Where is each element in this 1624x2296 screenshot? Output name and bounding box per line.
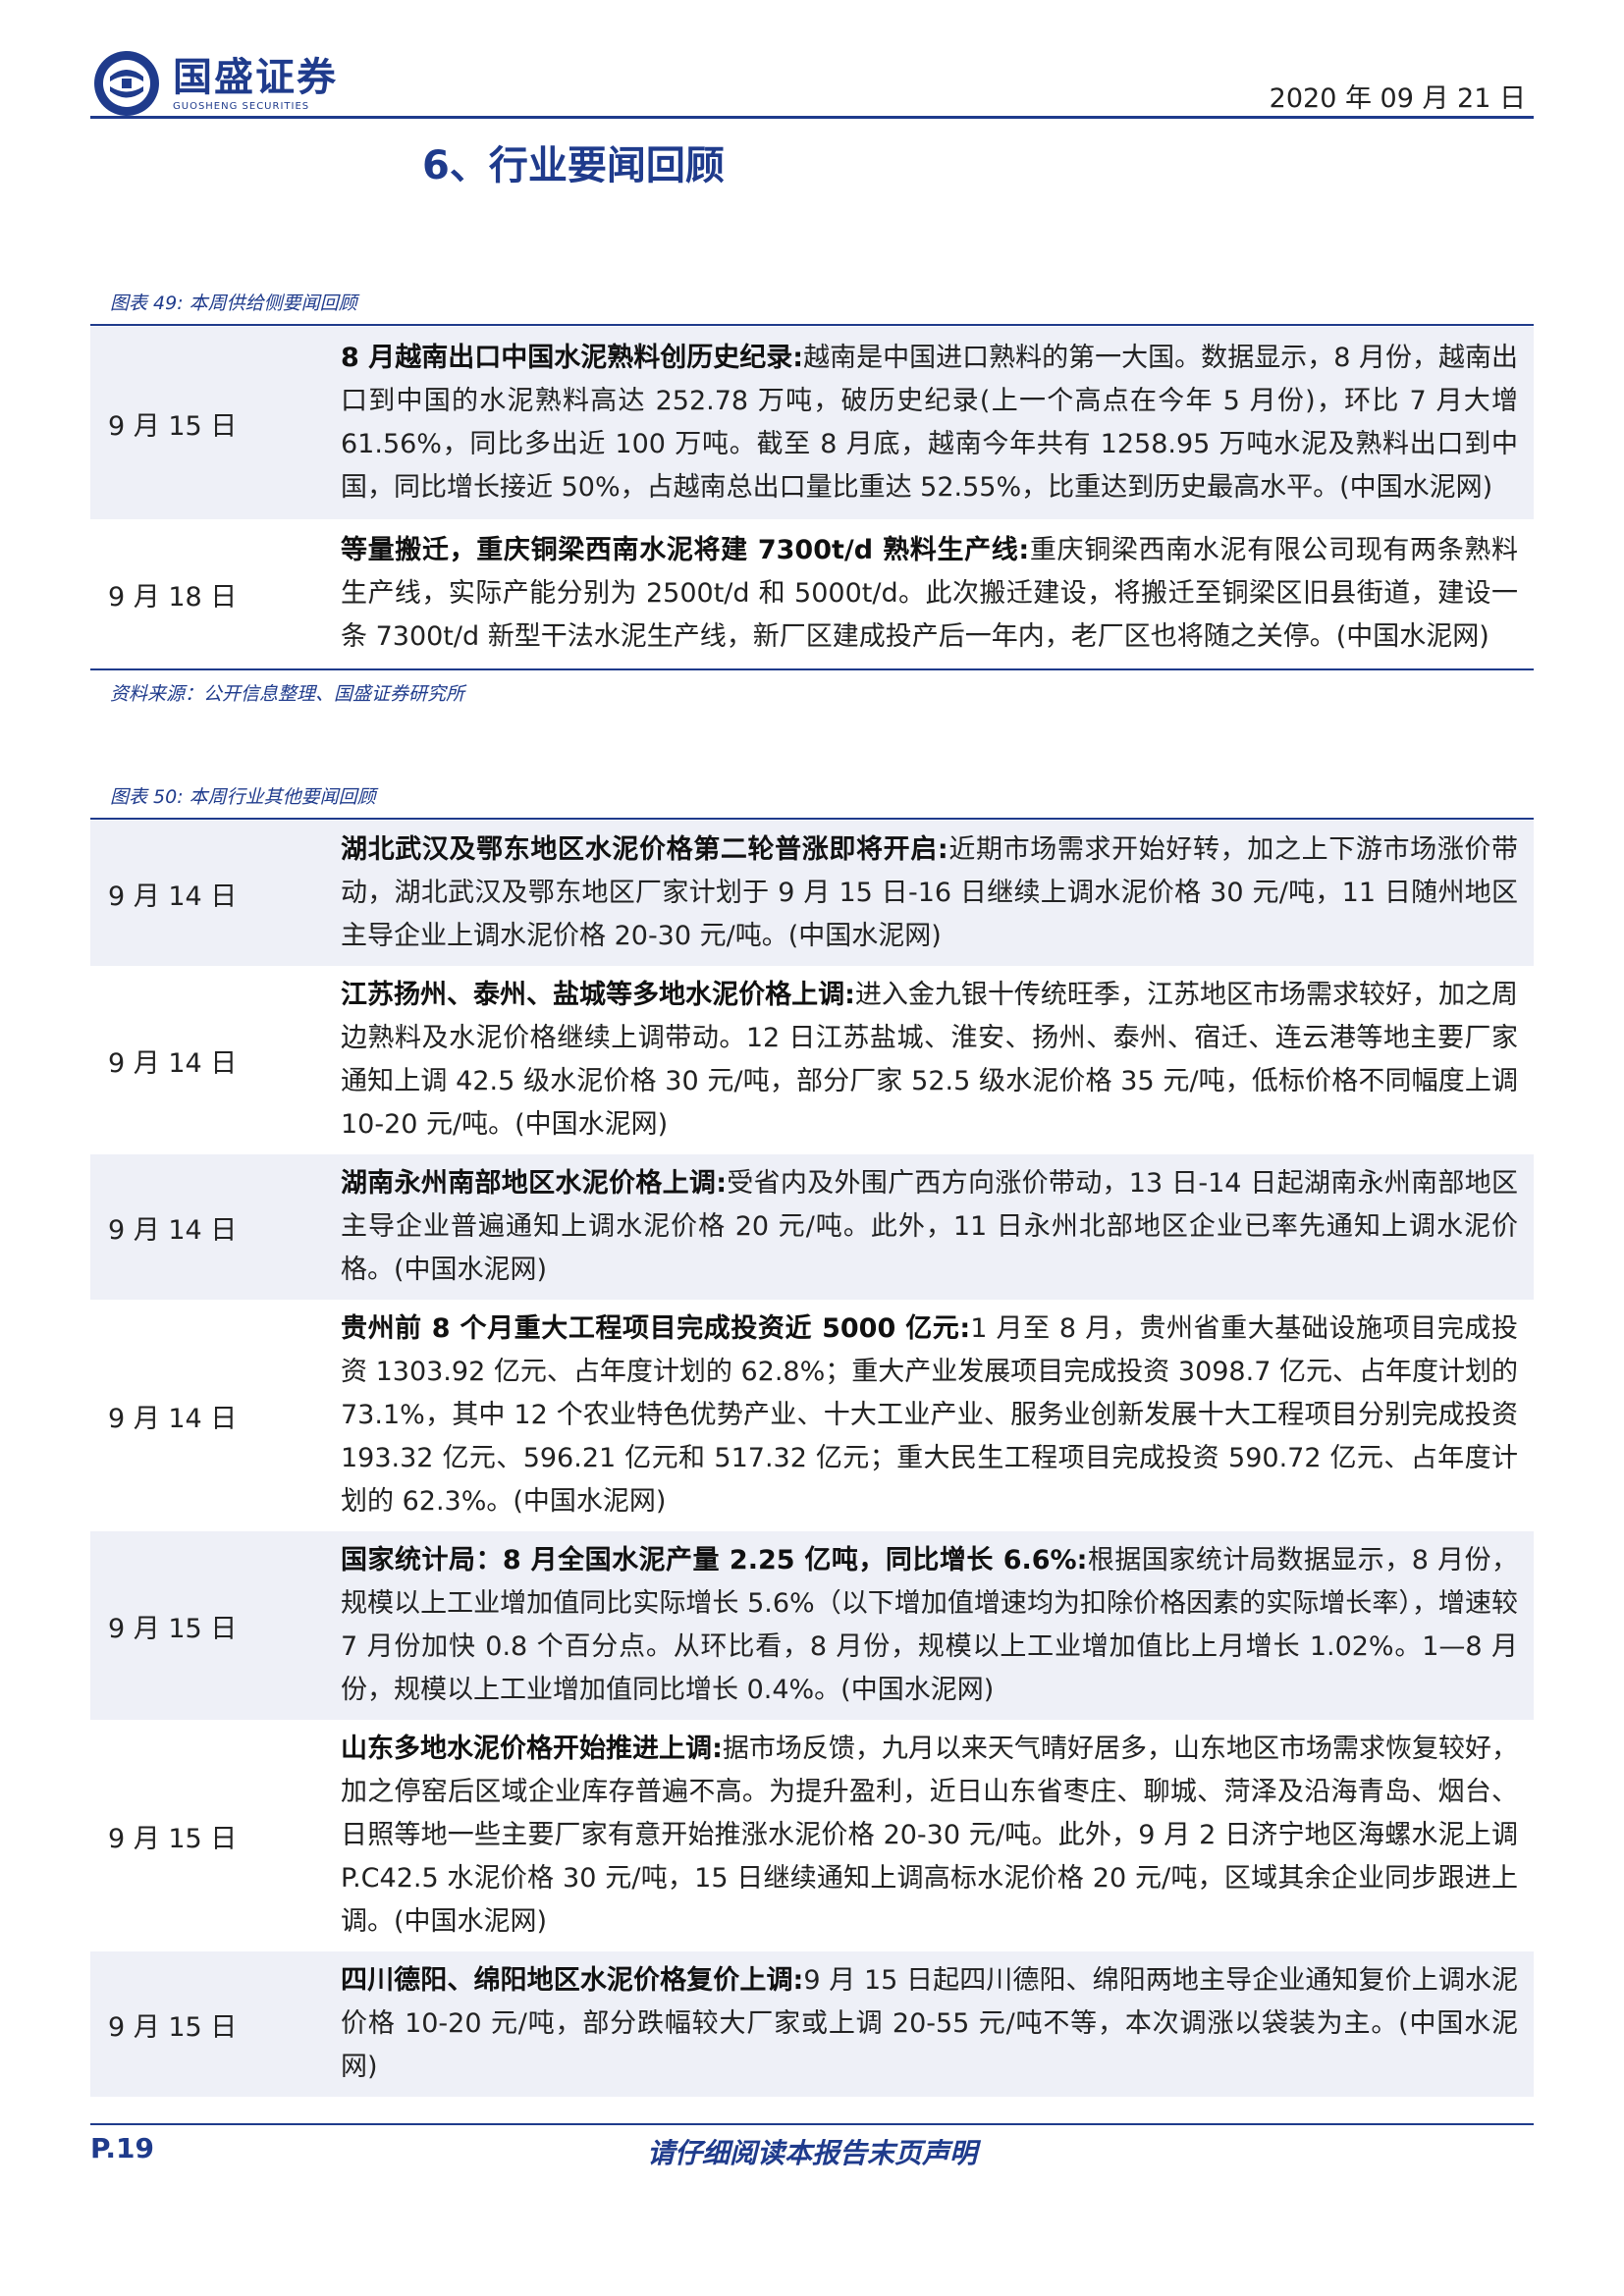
brand-logo: 国盛证券 GUOSHENG SECURITIES	[92, 49, 338, 118]
news-text: 山东多地水泥价格开始推进上调:据市场反馈，九月以来天气晴好居多，山东地区市场需求…	[341, 1720, 1534, 1951]
news-text: 湖北武汉及鄂东地区水泥价格第二轮普涨即将开启:近期市场需求开始好转，加之上下游市…	[341, 821, 1534, 966]
table-row: 9 月 15 日 四川德阳、绵阳地区水泥价格复价上调:9 月 15 日起四川德阳…	[90, 1951, 1534, 2097]
news-date: 9 月 14 日	[90, 1154, 341, 1300]
table-row: 9 月 15 日 国家统计局：8 月全国水泥产量 2.25 亿吨，同比增长 6.…	[90, 1531, 1534, 1720]
figure-50-caption: 图表 50: 本周行业其他要闻回顾	[110, 786, 376, 808]
header-divider	[90, 116, 1534, 119]
table-row: 9 月 14 日 贵州前 8 个月重大工程项目完成投资近 5000 亿元:1 月…	[90, 1300, 1534, 1531]
news-text: 江苏扬州、泰州、盐城等多地水泥价格上调:进入金九银十传统旺季，江苏地区市场需求较…	[341, 966, 1534, 1154]
figure-50-top-rule	[90, 818, 1534, 820]
news-body: 据市场反馈，九月以来天气晴好居多，山东地区市场需求恢复较好，加之停窑后区域企业库…	[341, 1734, 1519, 1937]
footer-divider	[90, 2123, 1534, 2125]
news-date: 9 月 15 日	[90, 1951, 341, 2097]
table-row: 9 月 15 日 山东多地水泥价格开始推进上调:据市场反馈，九月以来天气晴好居多…	[90, 1720, 1534, 1951]
news-headline: 山东多地水泥价格开始推进上调:	[341, 1734, 723, 1764]
footer-disclaimer: 请仔细阅读本报告末页声明	[646, 2137, 977, 2169]
figure-49-bottom-rule	[90, 668, 1534, 670]
news-date: 9 月 18 日	[108, 581, 238, 613]
figure-49-source: 资料来源：公开信息整理、国盛证券研究所	[110, 683, 465, 705]
news-date: 9 月 14 日	[90, 821, 341, 966]
news-date: 9 月 15 日	[90, 1531, 341, 1720]
news-headline: 贵州前 8 个月重大工程项目完成投资近 5000 亿元:	[341, 1313, 971, 1344]
news-text: 贵州前 8 个月重大工程项目完成投资近 5000 亿元:1 月至 8 月，贵州省…	[341, 1300, 1534, 1531]
table-row: 9 月 14 日 江苏扬州、泰州、盐城等多地水泥价格上调:进入金九银十传统旺季，…	[90, 966, 1534, 1154]
news-date: 9 月 15 日	[90, 327, 341, 519]
section-title: 6、行业要闻回顾	[422, 143, 725, 188]
news-text: 四川德阳、绵阳地区水泥价格复价上调:9 月 15 日起四川德阳、绵阳两地主导企业…	[341, 1951, 1534, 2097]
news-headline: 国家统计局：8 月全国水泥产量 2.25 亿吨，同比增长 6.6%:	[341, 1545, 1088, 1575]
news-body: 1 月至 8 月，贵州省重大基础设施项目完成投资 1303.92 亿元、占年度计…	[341, 1313, 1518, 1517]
guosheng-logo-icon	[94, 51, 159, 116]
figure-50-table: 9 月 14 日 湖北武汉及鄂东地区水泥价格第二轮普涨即将开启:近期市场需求开始…	[90, 821, 1534, 2097]
news-text: 等量搬迁，重庆铜梁西南水泥将建 7300t/d 熟料生产线:重庆铜梁西南水泥有限…	[341, 519, 1534, 668]
news-headline: 湖南永州南部地区水泥价格上调:	[341, 1168, 727, 1199]
news-date: 9 月 15 日	[108, 1823, 238, 1854]
news-headline: 四川德阳、绵阳地区水泥价格复价上调:	[341, 1965, 804, 1996]
report-date: 2020 年 09 月 21 日	[1269, 83, 1526, 114]
figure-49-top-rule	[90, 324, 1534, 326]
news-headline: 湖北武汉及鄂东地区水泥价格第二轮普涨即将开启:	[341, 834, 948, 865]
news-headline: 8 月越南出口中国水泥熟料创历史纪录:	[341, 343, 804, 373]
figure-49-table: 9 月 15 日 8 月越南出口中国水泥熟料创历史纪录:越南是中国进口熟料的第一…	[90, 327, 1534, 668]
table-row: 9 月 14 日 湖南永州南部地区水泥价格上调:受省内及外围广西方向涨价带动，1…	[90, 1154, 1534, 1300]
news-headline: 等量搬迁，重庆铜梁西南水泥将建 7300t/d 熟料生产线:	[341, 535, 1030, 565]
news-date: 9 月 14 日	[108, 1047, 238, 1079]
table-row: 9 月 14 日 湖北武汉及鄂东地区水泥价格第二轮普涨即将开启:近期市场需求开始…	[90, 821, 1534, 966]
news-headline: 江苏扬州、泰州、盐城等多地水泥价格上调:	[341, 980, 855, 1010]
table-row: 9 月 15 日 8 月越南出口中国水泥熟料创历史纪录:越南是中国进口熟料的第一…	[90, 327, 1534, 519]
brand-name-cn: 国盛证券	[173, 54, 338, 100]
brand-name-en: GUOSHENG SECURITIES	[173, 100, 310, 112]
figure-49-caption: 图表 49: 本周供给侧要闻回顾	[110, 293, 357, 314]
news-text: 8 月越南出口中国水泥熟料创历史纪录:越南是中国进口熟料的第一大国。数据显示，8…	[341, 327, 1534, 519]
news-text: 湖南永州南部地区水泥价格上调:受省内及外围广西方向涨价带动，13 日-14 日起…	[341, 1154, 1534, 1300]
table-row: 9 月 18 日 等量搬迁，重庆铜梁西南水泥将建 7300t/d 熟料生产线:重…	[90, 519, 1534, 668]
news-date: 9 月 14 日	[108, 1403, 238, 1434]
news-text: 国家统计局：8 月全国水泥产量 2.25 亿吨，同比增长 6.6%:根据国家统计…	[341, 1531, 1534, 1720]
